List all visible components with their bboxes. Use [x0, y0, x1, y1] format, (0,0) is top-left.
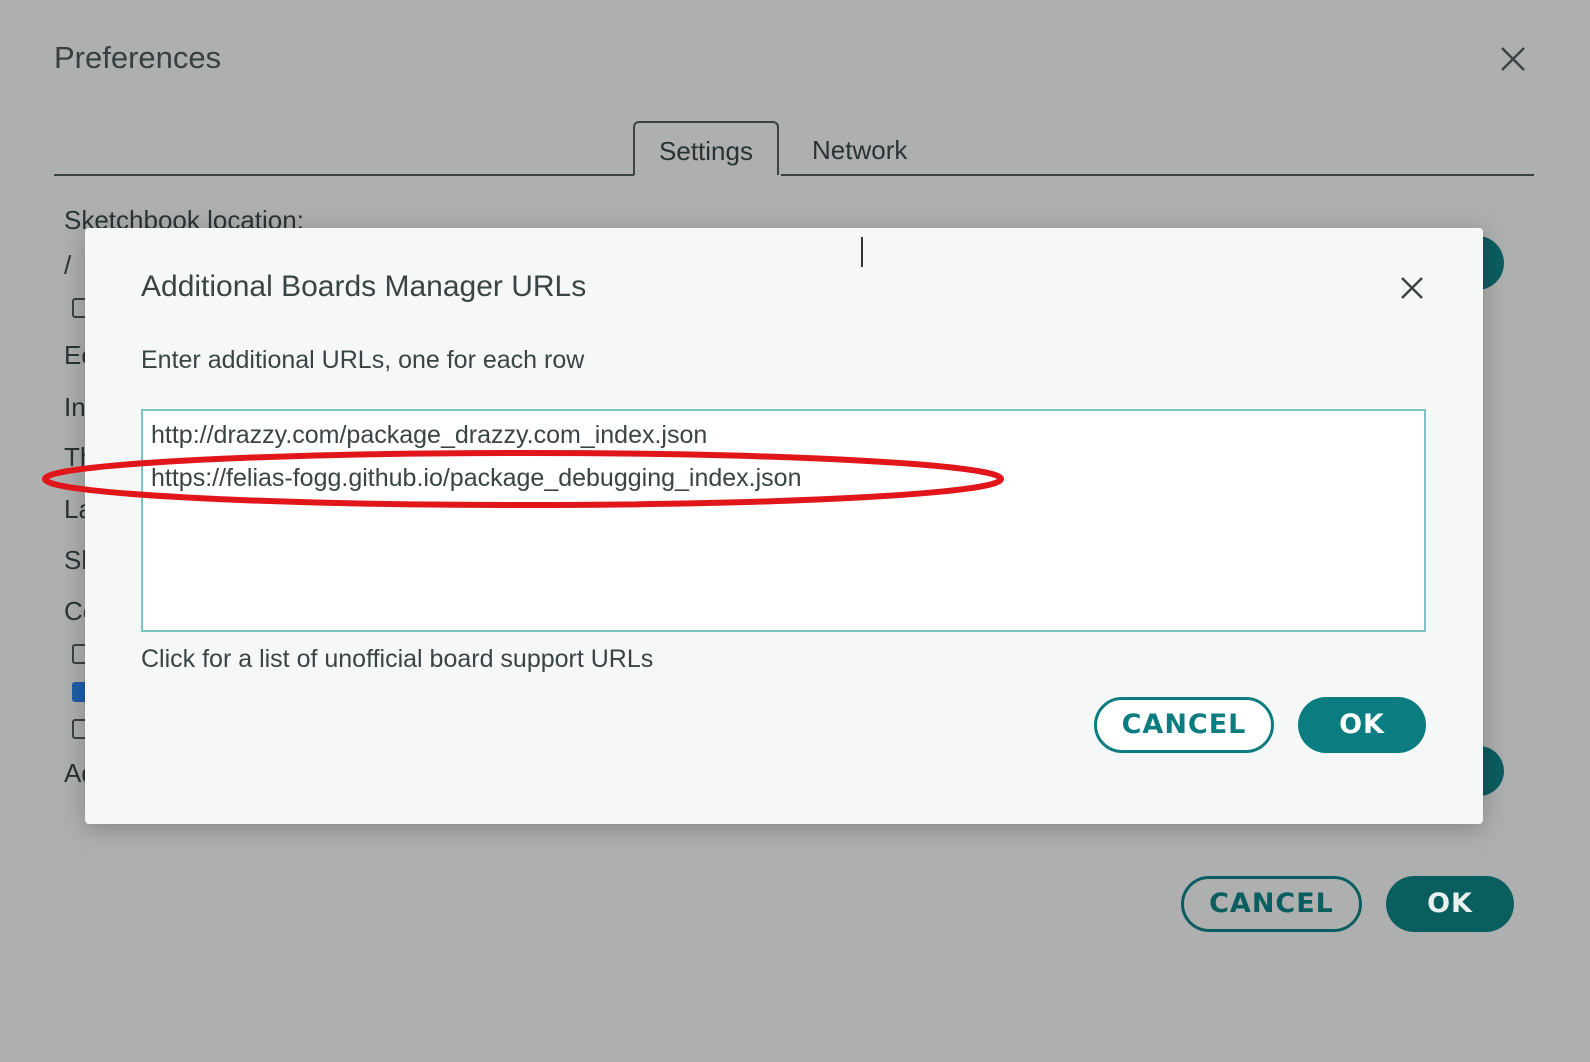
- close-icon[interactable]: [1398, 274, 1426, 302]
- urls-textarea[interactable]: http://drazzy.com/package_drazzy.com_ind…: [141, 409, 1426, 632]
- dialog-ok-button[interactable]: OK: [1298, 697, 1426, 753]
- tab-bar-divider: [54, 174, 634, 176]
- close-icon[interactable]: [1498, 44, 1528, 74]
- tab-settings[interactable]: Settings: [633, 121, 779, 175]
- dialog-title: Additional Boards Manager URLs: [141, 270, 587, 303]
- text-caret: [861, 237, 863, 267]
- preferences-ok-button[interactable]: OK: [1386, 876, 1514, 932]
- highlight-ellipse-annotation: [42, 450, 1004, 508]
- additional-urls-dialog: Additional Boards Manager URLs Enter add…: [85, 228, 1483, 824]
- tab-network[interactable]: Network: [802, 121, 917, 175]
- url-row: http://drazzy.com/package_drazzy.com_ind…: [151, 421, 708, 449]
- preferences-cancel-button[interactable]: CANCEL: [1181, 876, 1362, 932]
- sketchbook-path-fragment: /: [64, 250, 74, 280]
- dialog-cancel-button[interactable]: CANCEL: [1094, 697, 1274, 753]
- interface-scale-label: In: [64, 392, 86, 422]
- preferences-title: Preferences: [54, 40, 222, 75]
- dialog-instructions: Enter additional URLs, one for each row: [141, 346, 585, 374]
- unofficial-urls-link[interactable]: Click for a list of unofficial board sup…: [141, 645, 653, 674]
